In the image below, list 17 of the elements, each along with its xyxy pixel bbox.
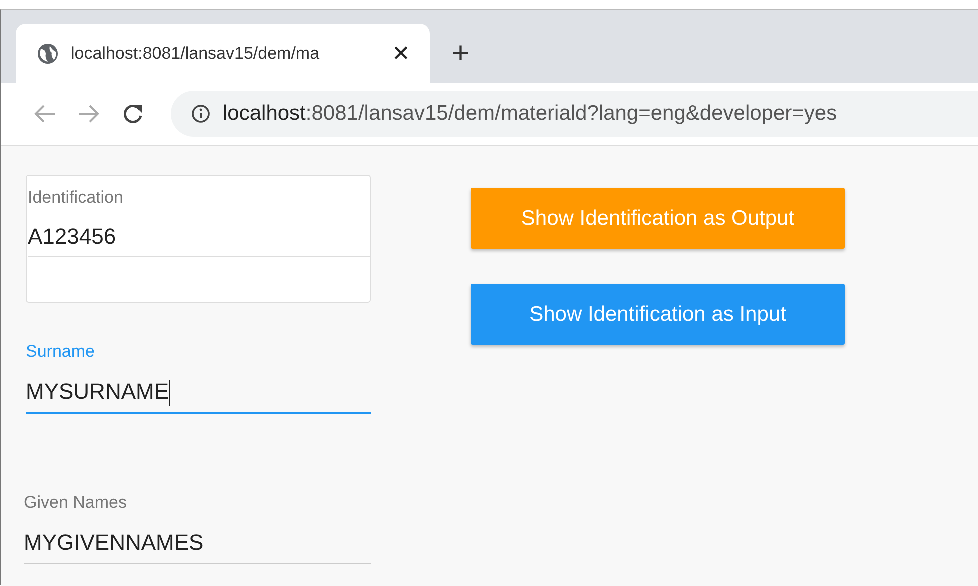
info-icon xyxy=(191,104,211,124)
tab-title: localhost:8081/lansav15/dem/ma xyxy=(71,44,321,64)
reload-icon xyxy=(122,103,144,125)
input-field[interactable]: MYSURNAME xyxy=(26,372,371,414)
forward-arrow-icon xyxy=(77,104,101,124)
input-field[interactable]: A123456 xyxy=(28,218,370,257)
field-label: Identification xyxy=(28,188,124,208)
globe-icon xyxy=(37,42,59,64)
browser-tab[interactable]: localhost:8081/lansav15/dem/ma ✕ xyxy=(16,24,430,83)
new-tab-button[interactable]: + xyxy=(452,39,470,69)
close-tab-button[interactable]: ✕ xyxy=(392,40,410,66)
input-field[interactable]: MYGIVENNAMES xyxy=(24,523,371,564)
field-label: Surname xyxy=(26,342,95,361)
address-bar[interactable]: localhost:8081/lansav15/dem/materiald?lang=eng&developer=yes xyxy=(171,91,978,137)
back-arrow-icon xyxy=(33,104,57,124)
field-label: Given Names xyxy=(24,493,127,512)
url-text: localhost:8081/lansav15/dem/materiald?lang=eng&developer=yes xyxy=(223,102,838,126)
